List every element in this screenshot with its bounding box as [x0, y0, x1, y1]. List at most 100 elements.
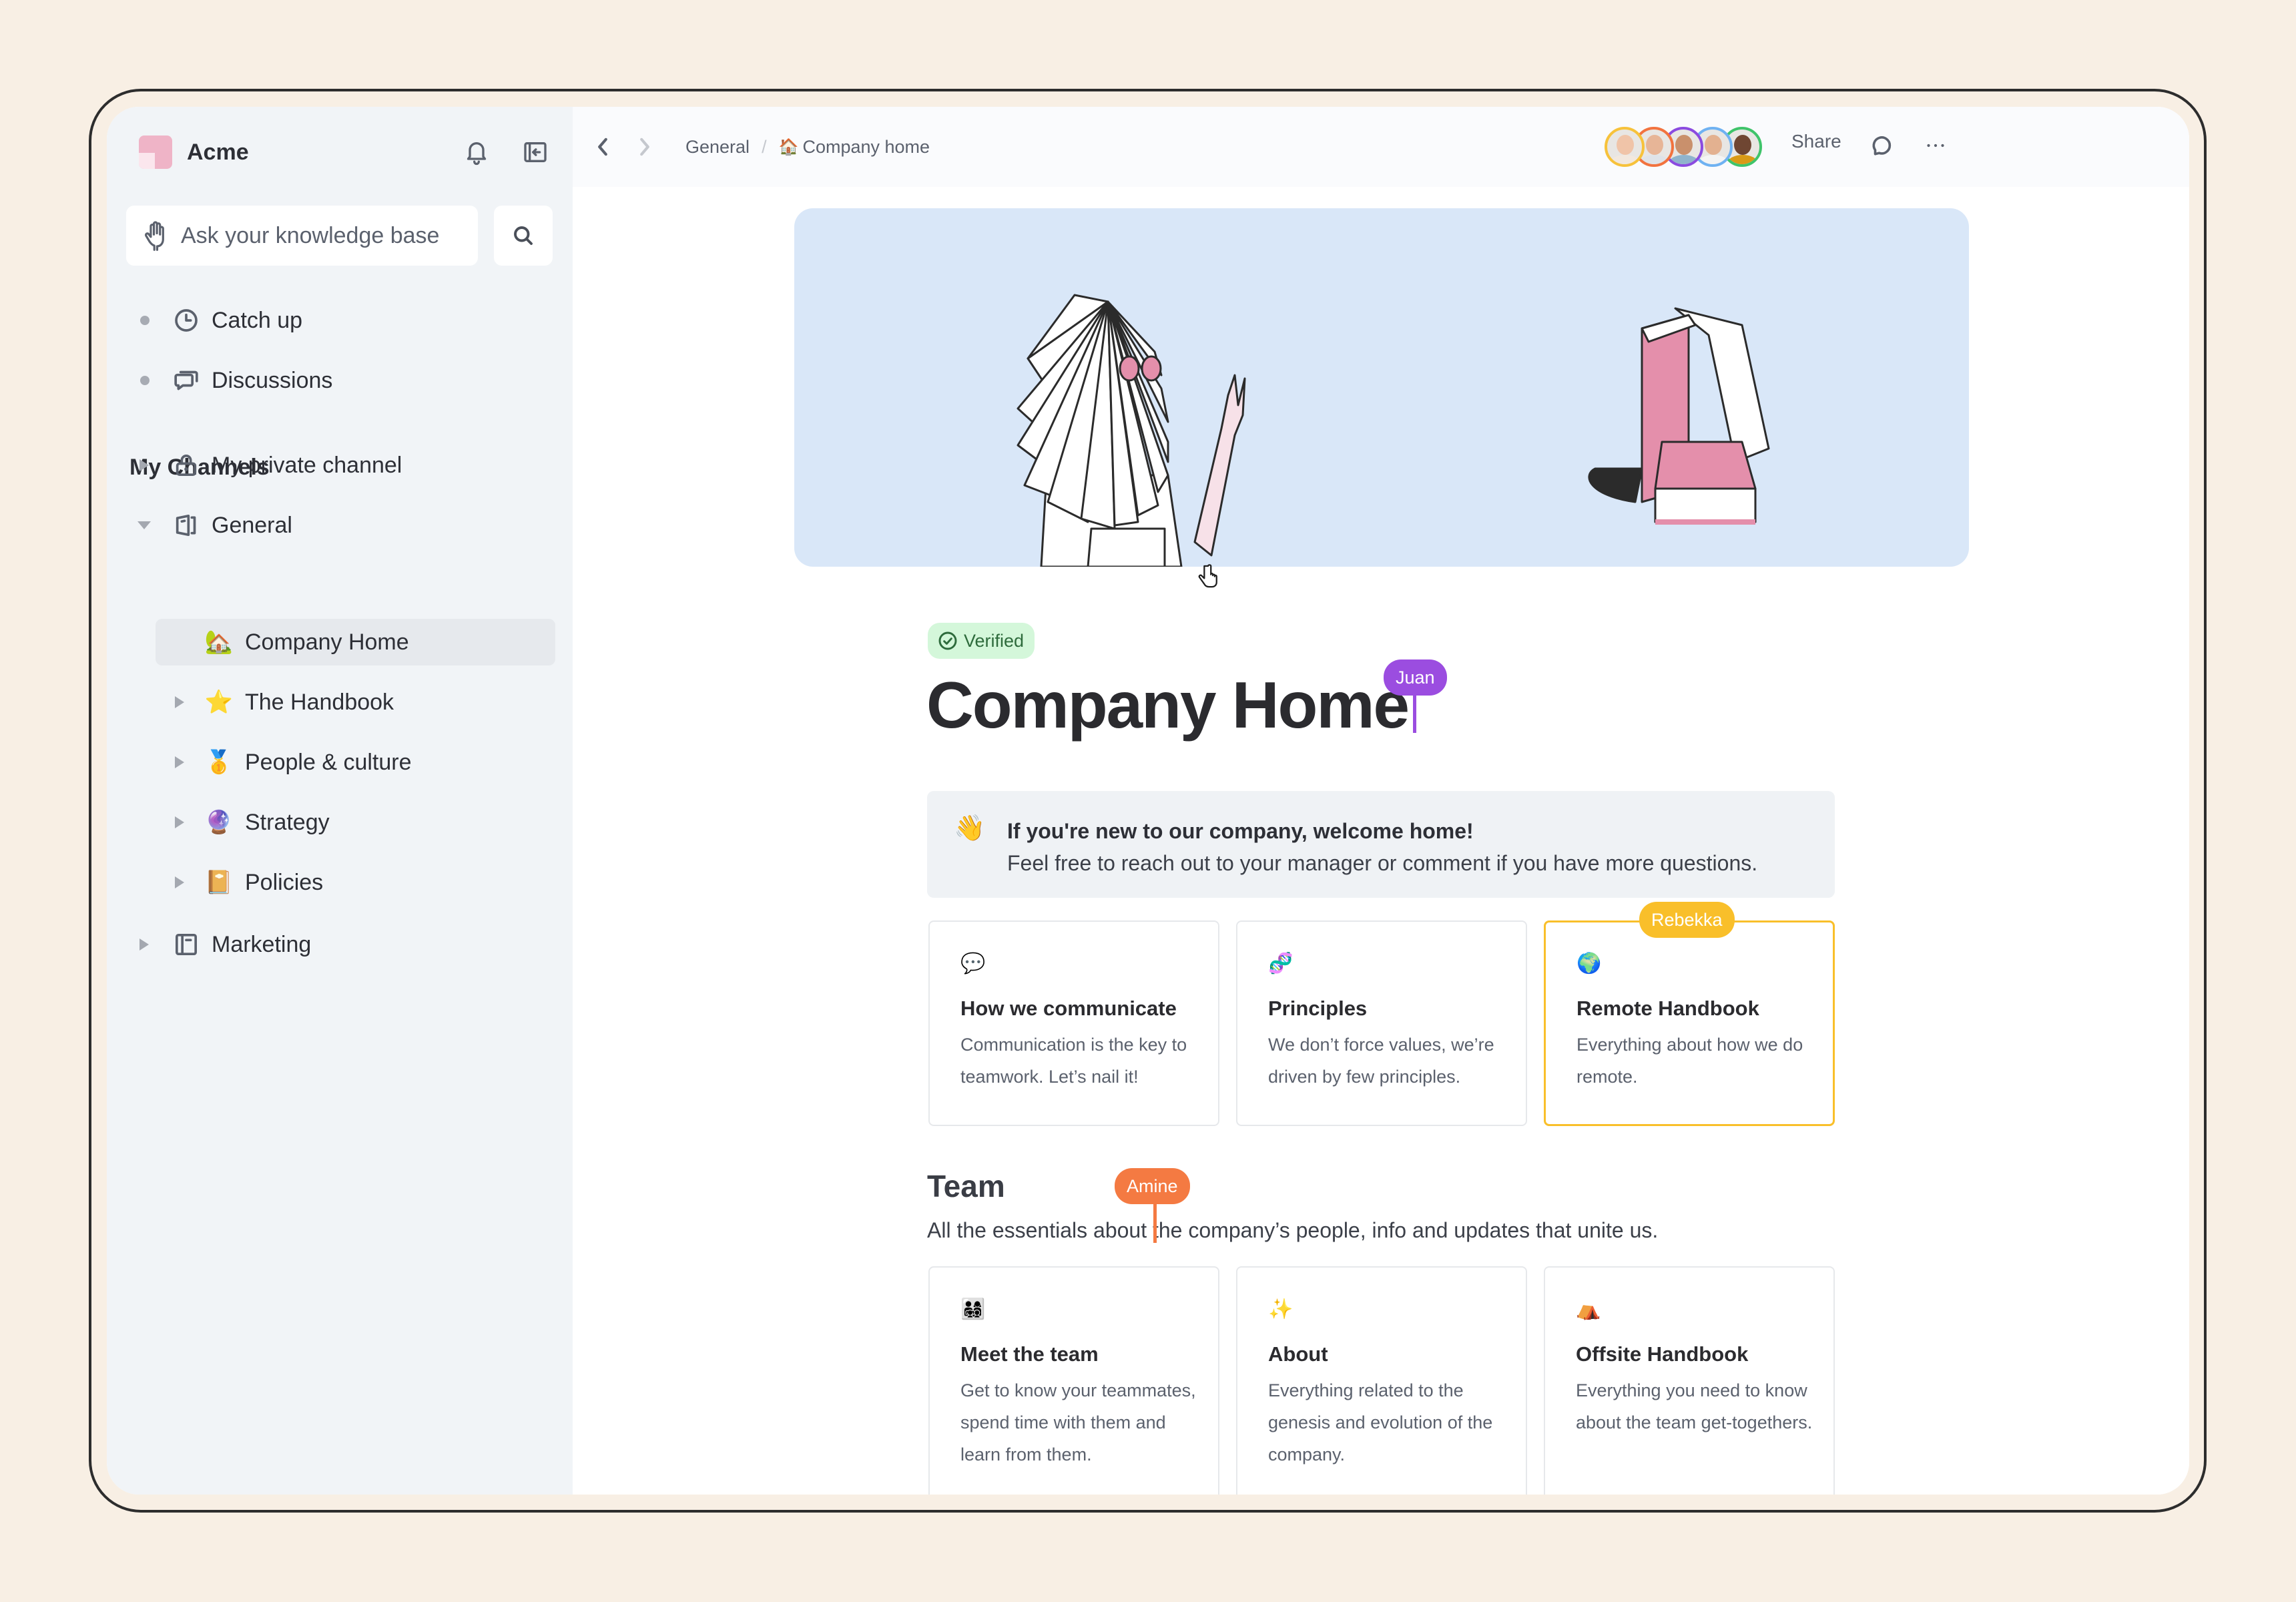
avatar-face [1617, 135, 1634, 155]
page-people-culture[interactable]: 🥇 People & culture [107, 739, 557, 786]
chat-bubbles-icon [174, 370, 198, 390]
page-the-handbook[interactable]: ⭐ The Handbook [107, 679, 557, 726]
card-title: Remote Handbook [1576, 997, 1759, 1020]
collapse-caret-icon[interactable] [137, 521, 151, 529]
collaborator-cursor-juan [1413, 688, 1416, 733]
page-strategy[interactable]: 🔮 Strategy [107, 799, 557, 846]
callout-body: Feel free to reach out to your manager o… [1007, 851, 1758, 875]
avatar-body [1727, 155, 1758, 164]
page-label: Company Home [245, 629, 409, 655]
avatar-body [1669, 155, 1699, 164]
mouse-pointer-hand-icon [1198, 564, 1217, 588]
board-icon [176, 934, 197, 955]
avatar-face [1734, 135, 1751, 155]
nav-label: Discussions [212, 367, 333, 393]
page-title[interactable]: Company Home [926, 668, 1410, 743]
search-button[interactable] [494, 206, 553, 266]
breadcrumb-general[interactable]: General [685, 137, 750, 158]
card-offsite-handbook[interactable]: ⛺ Offsite Handbook Everything you need t… [1544, 1266, 1835, 1495]
channel-label: General [212, 512, 292, 538]
avatar-body [1610, 155, 1641, 164]
page-label: The Handbook [245, 689, 394, 715]
ask-knowledge-base-input[interactable] [181, 222, 461, 249]
nav-catch-up[interactable]: Catch up [107, 297, 557, 344]
collapse-sidebar-icon [524, 142, 547, 162]
card-how-we-communicate[interactable]: 💬 How we communicate Communication is th… [928, 920, 1219, 1126]
comments-button[interactable] [1866, 129, 1898, 162]
verified-label: Verified [964, 630, 1025, 651]
star-icon: ⭐ [204, 690, 234, 715]
card-principles[interactable]: 🧬 Principles We don’t force values, we’r… [1236, 920, 1527, 1126]
speech-balloon-icon: 💬 [960, 953, 986, 975]
avatar-face [1675, 135, 1693, 155]
page-label: Policies [245, 869, 324, 895]
avatar-body [1698, 155, 1729, 164]
workspace-name[interactable]: Acme [187, 140, 249, 166]
expand-caret-icon[interactable] [175, 816, 184, 828]
illustration-glasses-left [1119, 355, 1140, 382]
collapse-sidebar-button[interactable] [518, 135, 553, 170]
breadcrumb-company-home[interactable]: Company home [802, 137, 930, 158]
sparkles-icon: ✨ [1268, 1298, 1294, 1320]
avatar-face [1646, 135, 1663, 155]
expand-caret-icon[interactable] [139, 459, 149, 471]
collaborator-avatar[interactable] [1605, 127, 1645, 167]
share-button[interactable]: Share [1791, 131, 1841, 152]
card-description: Everything you need to know about the te… [1576, 1380, 1813, 1432]
channel-marketing[interactable]: Marketing [107, 921, 557, 968]
expand-caret-icon[interactable] [175, 756, 184, 768]
page-company-home[interactable]: 🏡 Company Home [156, 619, 555, 665]
card-description: We don’t force values, we’re driven by f… [1268, 1035, 1494, 1087]
notebook-icon: 📔 [204, 870, 234, 895]
expand-caret-icon[interactable] [139, 939, 149, 951]
card-remote-handbook[interactable]: 🌍 Remote Handbook Everything about how w… [1544, 920, 1835, 1126]
house-garden-icon: 🏡 [204, 629, 234, 655]
team-description: All the essentials about the company’s p… [927, 1218, 1659, 1242]
forward-button[interactable] [631, 134, 658, 160]
presence-label-rebekka: Rebekka [1639, 902, 1735, 938]
more-horizontal-icon [1927, 144, 1944, 148]
bell-icon [467, 142, 487, 166]
breadcrumb-separator: / [762, 136, 767, 157]
back-button[interactable] [589, 134, 616, 160]
chevron-left-icon [598, 138, 607, 156]
card-meet-the-team[interactable]: 👨‍👩‍👧‍👦 Meet the team Get to know your t… [928, 1266, 1219, 1495]
workspace-header: Acme [139, 136, 553, 169]
channel-my-private-channel[interactable]: My private channel [107, 442, 557, 489]
tent-icon: ⛺ [1576, 1298, 1601, 1320]
lock-icon [176, 455, 197, 476]
expand-caret-icon[interactable] [175, 696, 184, 708]
channel-general[interactable]: General [107, 502, 557, 549]
comment-icon [1872, 136, 1892, 156]
chevron-right-icon [640, 138, 649, 156]
verified-badge[interactable]: Verified [928, 623, 1035, 659]
card-description: Communication is the key to teamwork. Le… [960, 1035, 1187, 1087]
card-about[interactable]: ✨ About Everything related to the genesi… [1236, 1266, 1527, 1495]
more-options-button[interactable] [1920, 129, 1952, 162]
notifications-button[interactable] [459, 135, 494, 170]
main-content: General / 🏠 Company home Share Verified … [573, 107, 2189, 1495]
card-description: Everything related to the genesis and ev… [1268, 1380, 1493, 1464]
page-label: Strategy [245, 809, 330, 835]
collaborator-avatars [1605, 127, 1762, 168]
page-policies[interactable]: 📔 Policies [107, 859, 557, 906]
ask-knowledge-base-field[interactable] [126, 206, 478, 266]
avatar-face [1705, 135, 1722, 155]
globe-icon: 🌍 [1576, 953, 1602, 975]
sidebar: Acme Catch up Discus [107, 107, 573, 1495]
workspace-logo[interactable] [139, 136, 172, 169]
nav-discussions[interactable]: Discussions [107, 357, 557, 404]
check-circle-icon [938, 631, 957, 650]
card-description: Everything about how we do remote. [1576, 1035, 1803, 1087]
illustration-book-small [1654, 441, 1757, 490]
clock-icon [175, 309, 198, 332]
team-heading: Team [927, 1169, 1005, 1204]
crystal-ball-icon: 🔮 [204, 810, 234, 835]
dna-icon: 🧬 [1268, 953, 1294, 975]
expand-caret-icon[interactable] [175, 876, 184, 888]
card-title: About [1268, 1342, 1328, 1366]
illustration-book-flat [1654, 487, 1757, 523]
illustration-book-head [1017, 294, 1169, 530]
callout-title: If you're new to our company, welcome ho… [1007, 819, 1474, 843]
cover-image[interactable] [794, 208, 1969, 567]
